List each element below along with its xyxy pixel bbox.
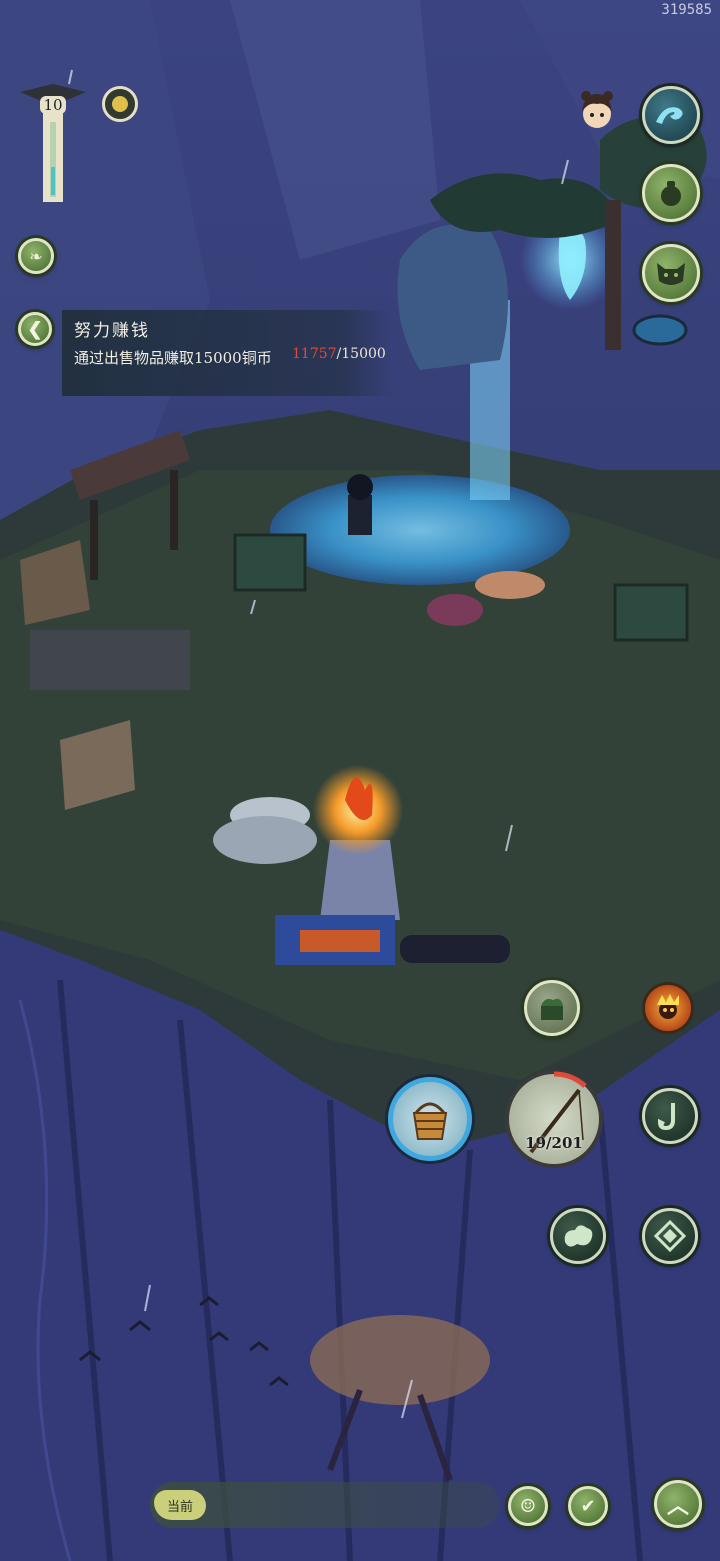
- fire-spirit-button[interactable]: [642, 982, 694, 1034]
- quest-progress: 11757/15000: [292, 346, 386, 362]
- demon-mask-icon: [657, 263, 685, 285]
- quest-title: 努力赚钱: [74, 321, 150, 341]
- rod-durability: 19/201: [525, 1134, 583, 1152]
- swirl-cloud-icon: [564, 1225, 593, 1247]
- expand-up-button[interactable]: ︿: [654, 1480, 702, 1528]
- fishing-rod-icon: [529, 1071, 587, 1154]
- smile-emote-icon: ☺: [519, 1495, 537, 1517]
- compass-button[interactable]: [642, 1208, 698, 1264]
- wave-button[interactable]: [642, 86, 700, 144]
- quest-description: 通过出售物品赚取15000铜币: [74, 349, 272, 367]
- hook-icon: [657, 1103, 675, 1131]
- current-channel-tag[interactable]: 当前: [154, 1490, 206, 1520]
- check-chat-button[interactable]: ✔: [568, 1486, 608, 1526]
- leaf-icon: ❧: [29, 246, 43, 266]
- level-number: 10: [40, 96, 66, 114]
- swirl-cloud-button[interactable]: [550, 1208, 606, 1264]
- back-arrow-button[interactable]: ❮: [18, 312, 52, 346]
- quest-progress-total: /15000: [336, 346, 386, 362]
- incense-meter[interactable]: 10: [18, 82, 88, 204]
- watermark-id: 319585: [661, 2, 712, 18]
- back-arrow-icon: ❮: [27, 318, 43, 340]
- cloud-box-icon: [541, 998, 563, 1020]
- orb-button[interactable]: [102, 86, 138, 122]
- orb-icon: [112, 96, 128, 112]
- scene-illustration: [0, 0, 720, 1561]
- smile-emote-button[interactable]: ☺: [508, 1486, 548, 1526]
- character-portrait-icon: [581, 91, 613, 128]
- compass-icon: [654, 1220, 686, 1252]
- gourd-button[interactable]: [642, 164, 700, 222]
- hook-button[interactable]: [642, 1088, 698, 1144]
- fishing-rod-button[interactable]: 19/201: [505, 1070, 603, 1168]
- quest-progress-current: 11757: [292, 346, 337, 362]
- fire-spirit-icon: [657, 994, 679, 1019]
- wave-icon: [656, 107, 683, 124]
- quest-panel[interactable]: 努力赚钱 通过出售物品赚取15000铜币 11757/15000: [62, 310, 392, 396]
- character-portrait-button[interactable]: [574, 88, 620, 134]
- game-scene: [0, 0, 720, 1561]
- check-chat-icon: ✔: [580, 1495, 596, 1517]
- player-character: [347, 474, 373, 535]
- bucket-button[interactable]: [388, 1077, 472, 1161]
- bucket-icon: [412, 1102, 448, 1140]
- expand-up-icon: ︿: [666, 1493, 689, 1519]
- demon-mask-button[interactable]: [642, 244, 700, 302]
- gourd-icon: [661, 181, 681, 206]
- leaf-button[interactable]: ❧: [18, 238, 54, 274]
- cloud-box-button[interactable]: [524, 980, 580, 1036]
